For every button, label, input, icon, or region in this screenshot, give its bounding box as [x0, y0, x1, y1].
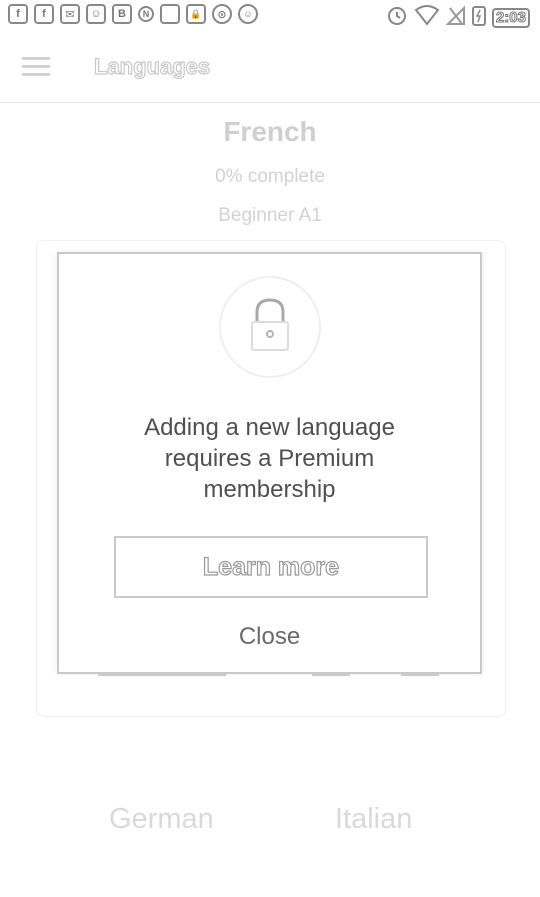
message-icon: ✉ [60, 4, 80, 24]
course-name: French [223, 116, 317, 147]
language-option-italian[interactable]: Italian [335, 803, 412, 836]
battery-icon [471, 4, 486, 31]
lock-badge [219, 276, 321, 378]
close-button[interactable]: Close [59, 623, 480, 651]
lock-icon [247, 296, 293, 359]
facebook-icon: f [8, 4, 28, 24]
message-line: Adding a new language [144, 414, 395, 441]
notification-icons: f f ✉ ☺ B N 🔒 ⊙ ☺ [8, 4, 258, 24]
page-title: Languages [93, 53, 211, 79]
b-app-icon: B [112, 4, 132, 24]
circle-app-icon: ⊙ [212, 4, 232, 24]
n-app-icon: N [138, 6, 154, 22]
signal-icon [445, 4, 466, 31]
cat-app-icon: ☺ [86, 4, 106, 24]
system-icons: 2:03 [386, 4, 530, 31]
learn-more-button[interactable]: Learn more [114, 536, 428, 598]
face-app-icon: ☺ [238, 4, 258, 24]
language-option-german[interactable]: German [109, 803, 214, 836]
status-bar: f f ✉ ☺ B N 🔒 ⊙ ☺ 2:03 [0, 0, 540, 32]
message-line: requires a Premium [164, 445, 375, 472]
lock-app-icon: 🔒 [186, 4, 206, 24]
alarm-icon [386, 4, 408, 31]
premium-message: Adding a new language requires a Premium… [79, 412, 460, 505]
wifi-icon [414, 4, 440, 31]
premium-dialog: Adding a new language requires a Premium… [57, 252, 482, 674]
course-progress: 0% complete [215, 166, 325, 187]
hamburger-menu-icon[interactable] [22, 57, 50, 77]
clock-time: 2:03 [491, 7, 530, 28]
square-icon [160, 4, 180, 24]
message-line: membership [203, 476, 336, 503]
facebook-icon: f [34, 4, 54, 24]
app-bar: Languages [0, 32, 540, 103]
course-level: Beginner A1 [218, 205, 322, 226]
